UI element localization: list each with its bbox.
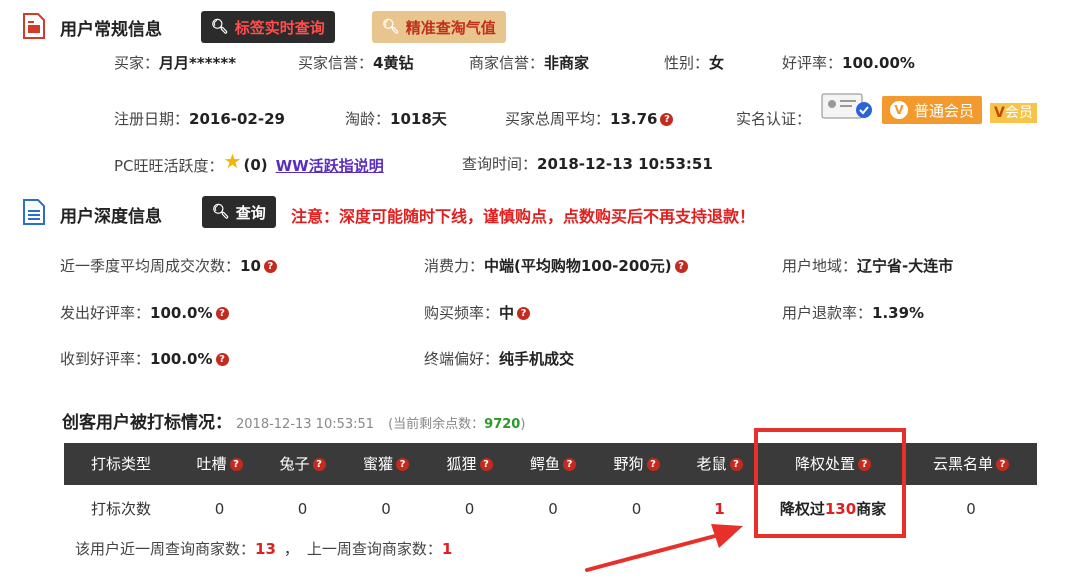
precise-taoqi-query-button[interactable]: 🔍︎ 精准查淘气值 — [372, 11, 506, 43]
section-title-deep: 用户深度信息 — [60, 207, 162, 227]
deep-query-button[interactable]: 🔍︎ 查询 — [202, 196, 276, 228]
help-icon[interactable]: ? — [229, 458, 243, 471]
search-icon: 🔍︎ — [382, 19, 400, 35]
help-icon[interactable]: ? — [660, 113, 674, 126]
th-mark-type: 打标类型 — [90, 455, 151, 473]
help-icon[interactable]: ? — [215, 307, 229, 320]
help-icon[interactable]: ? — [674, 260, 688, 273]
gender-field: 性别：女 — [664, 54, 725, 72]
buyer-field: 买家：月月****** — [114, 54, 237, 72]
consume-field: 消费力：中端(平均购物100-200元)? — [424, 255, 688, 276]
td-cloud-blacklist: 0 — [966, 500, 976, 518]
help-icon[interactable]: ? — [646, 458, 660, 471]
register-date-field: 注册日期：2016-02-29 — [114, 110, 285, 128]
id-card-verified-icon — [820, 92, 876, 126]
red-arrow-annotation — [575, 512, 755, 584]
demote-highlight-box — [754, 428, 906, 538]
th-rabbit: 兔子? — [261, 443, 344, 485]
query-merchants-summary: 该用户近一周查询商家数：13，上一周查询商家数：1 — [75, 540, 453, 558]
recv-rate-field: 收到好评率：100.0%? — [60, 348, 229, 369]
td-row-label: 打标次数 — [90, 500, 151, 518]
help-icon[interactable]: ? — [263, 260, 277, 273]
help-icon[interactable]: ? — [215, 353, 229, 366]
ww-activity-help-link[interactable]: WW活跃指说明 — [276, 155, 384, 176]
taobao-age-field: 淘龄：1018天 — [345, 110, 447, 128]
td-rabbit: 0 — [297, 500, 308, 518]
deep-warning-text: 注意：深度可能随时下线，谨慎购点，点数购买后不再支持退款！ — [291, 207, 756, 226]
th-cloud-blacklist: 云黑名单? — [905, 443, 1037, 485]
buyer-credit-field: 买家信誉：4黄钻 — [298, 54, 414, 72]
help-icon[interactable]: ? — [517, 307, 531, 320]
help-icon[interactable]: ? — [729, 458, 743, 471]
tag-realtime-query-button[interactable]: 🔍︎ 标签实时查询 — [201, 11, 335, 43]
member-badge-secondary: V会员 — [990, 103, 1037, 123]
td-fox: 0 — [464, 500, 475, 518]
send-rate-field: 发出好评率：100.0%? — [60, 302, 229, 323]
th-mouse: 老鼠? — [678, 443, 761, 485]
search-icon: 🔍︎ — [211, 19, 229, 35]
help-icon[interactable]: ? — [479, 458, 493, 471]
v-mark-icon: V — [994, 105, 1005, 121]
th-wild-dog: 野狗? — [595, 443, 678, 485]
td-tucao: 0 — [214, 500, 225, 518]
mark-summary: 创客用户被打标情况： 2018-12-13 10:53:51 (当前剩余点数：9… — [62, 413, 526, 433]
th-crocodile: 鳄鱼? — [511, 443, 595, 485]
region-field: 用户地域：辽宁省-大连市 — [782, 257, 954, 275]
help-icon[interactable]: ? — [563, 458, 576, 471]
ww-activity-field: PC旺旺活跃度： ★ (0) WW活跃指说明 — [114, 149, 384, 176]
td-honey-badger: 0 — [381, 500, 391, 518]
help-icon[interactable]: ? — [396, 458, 409, 471]
realname-field: 实名认证： — [736, 110, 812, 128]
device-preference-field: 终端偏好：纯手机成交 — [424, 350, 575, 368]
section-title-basic: 用户常规信息 — [60, 20, 162, 40]
query-time-field: 查询时间：2018-12-13 10:53:51 — [462, 155, 713, 173]
help-icon[interactable]: ? — [312, 458, 326, 471]
positive-rate-field: 好评率：100.00% — [782, 54, 915, 72]
member-badge: V 普通会员 — [882, 96, 983, 124]
document-icon — [22, 198, 46, 230]
quarter-trade-field: 近一季度平均周成交次数：10? — [60, 255, 277, 276]
weekly-average-field: 买家总周平均：13.76? — [505, 108, 674, 129]
th-fox: 狐狸? — [428, 443, 511, 485]
user-info-icon — [22, 12, 46, 44]
vip-icon: V — [890, 101, 908, 119]
star-icon: ★ — [223, 149, 242, 173]
seller-credit-field: 商家信誉：非商家 — [469, 54, 590, 72]
th-honey-badger: 蜜獾? — [344, 443, 428, 485]
th-tucao: 吐槽? — [178, 443, 261, 485]
buy-frequency-field: 购买频率：中? — [424, 302, 531, 323]
refund-rate-field: 用户退款率：1.39% — [782, 304, 925, 322]
help-icon[interactable]: ? — [996, 458, 1009, 471]
search-icon: 🔍︎ — [212, 204, 230, 220]
